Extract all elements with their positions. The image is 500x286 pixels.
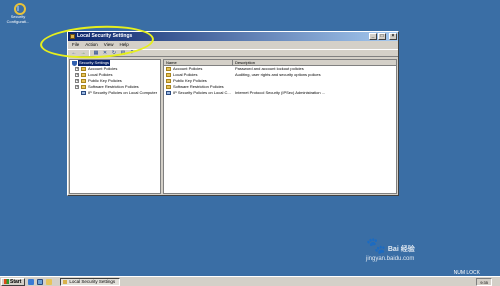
column-header-description[interactable]: Description <box>233 60 396 65</box>
maximize-button[interactable]: □ <box>378 33 386 40</box>
watermark: 🐾 Bai 经验 jingyan.baidu.com <box>366 236 415 262</box>
windows-logo-icon <box>4 279 9 284</box>
tree-pane: Security Settings + Account Policies + L… <box>69 59 161 194</box>
expand-icon[interactable]: + <box>75 79 79 83</box>
internet-explorer-icon[interactable] <box>28 278 35 285</box>
taskbar-button-label: Local Security Settings <box>69 279 116 284</box>
explorer-icon[interactable] <box>46 278 53 285</box>
expand-icon[interactable]: + <box>75 85 79 89</box>
watermark-brand-cn: 经验 <box>400 246 415 253</box>
taskbar-button-local-security-settings[interactable]: Local Security Settings <box>60 277 121 286</box>
close-button[interactable]: × <box>389 33 397 40</box>
security-configuration-icon <box>13 2 26 15</box>
expand-icon[interactable]: + <box>75 67 79 71</box>
computer-icon <box>166 91 171 95</box>
desktop-icon-label-2: Configurati... <box>6 19 30 24</box>
list-pane: Name Description Account Policies Passwo… <box>163 59 397 194</box>
folder-icon <box>166 85 171 89</box>
tree-item-label: IP Security Policies on Local Computer <box>88 90 158 95</box>
folder-icon <box>81 73 86 77</box>
watermark-url: jingyan.baidu.com <box>366 256 415 262</box>
folder-icon <box>81 67 86 71</box>
list-item[interactable]: IP Security Policies on Local C... Inter… <box>164 90 396 96</box>
window-controls: _ □ × <box>369 33 397 40</box>
watermark-brand: Bai <box>387 246 399 253</box>
list-item-name: IP Security Policies on Local C... <box>173 90 231 95</box>
column-header-name[interactable]: Name <box>164 60 233 65</box>
folder-icon <box>166 73 171 77</box>
desktop-icon-security-configuration[interactable]: Security Configurati... <box>3 2 33 24</box>
panes: Security Settings + Account Policies + L… <box>69 59 397 194</box>
computer-icon <box>81 91 86 95</box>
minimize-button[interactable]: _ <box>369 33 377 40</box>
system-tray-clock[interactable]: 9:35 <box>476 278 492 286</box>
start-label: Start <box>10 278 22 285</box>
folder-icon <box>166 79 171 83</box>
list-item-name-cell: IP Security Policies on Local C... <box>164 90 233 96</box>
folder-icon <box>166 67 171 71</box>
taskbar: Start Local Security Settings 9:35 <box>0 276 500 286</box>
folder-icon <box>81 85 86 89</box>
list-item-description: Internet Protocol Security (IPSec) Admin… <box>235 90 326 95</box>
expand-icon <box>75 91 79 95</box>
security-settings-icon <box>72 60 77 66</box>
baidu-paw-logo: 🐾 <box>366 238 386 255</box>
folder-icon <box>81 79 86 83</box>
start-button[interactable]: Start <box>1 277 26 286</box>
show-desktop-icon[interactable] <box>37 278 44 285</box>
tree-item-ip-security-policies[interactable]: IP Security Policies on Local Computer <box>70 90 160 96</box>
app-icon <box>63 279 68 284</box>
expand-icon[interactable]: + <box>75 73 79 77</box>
